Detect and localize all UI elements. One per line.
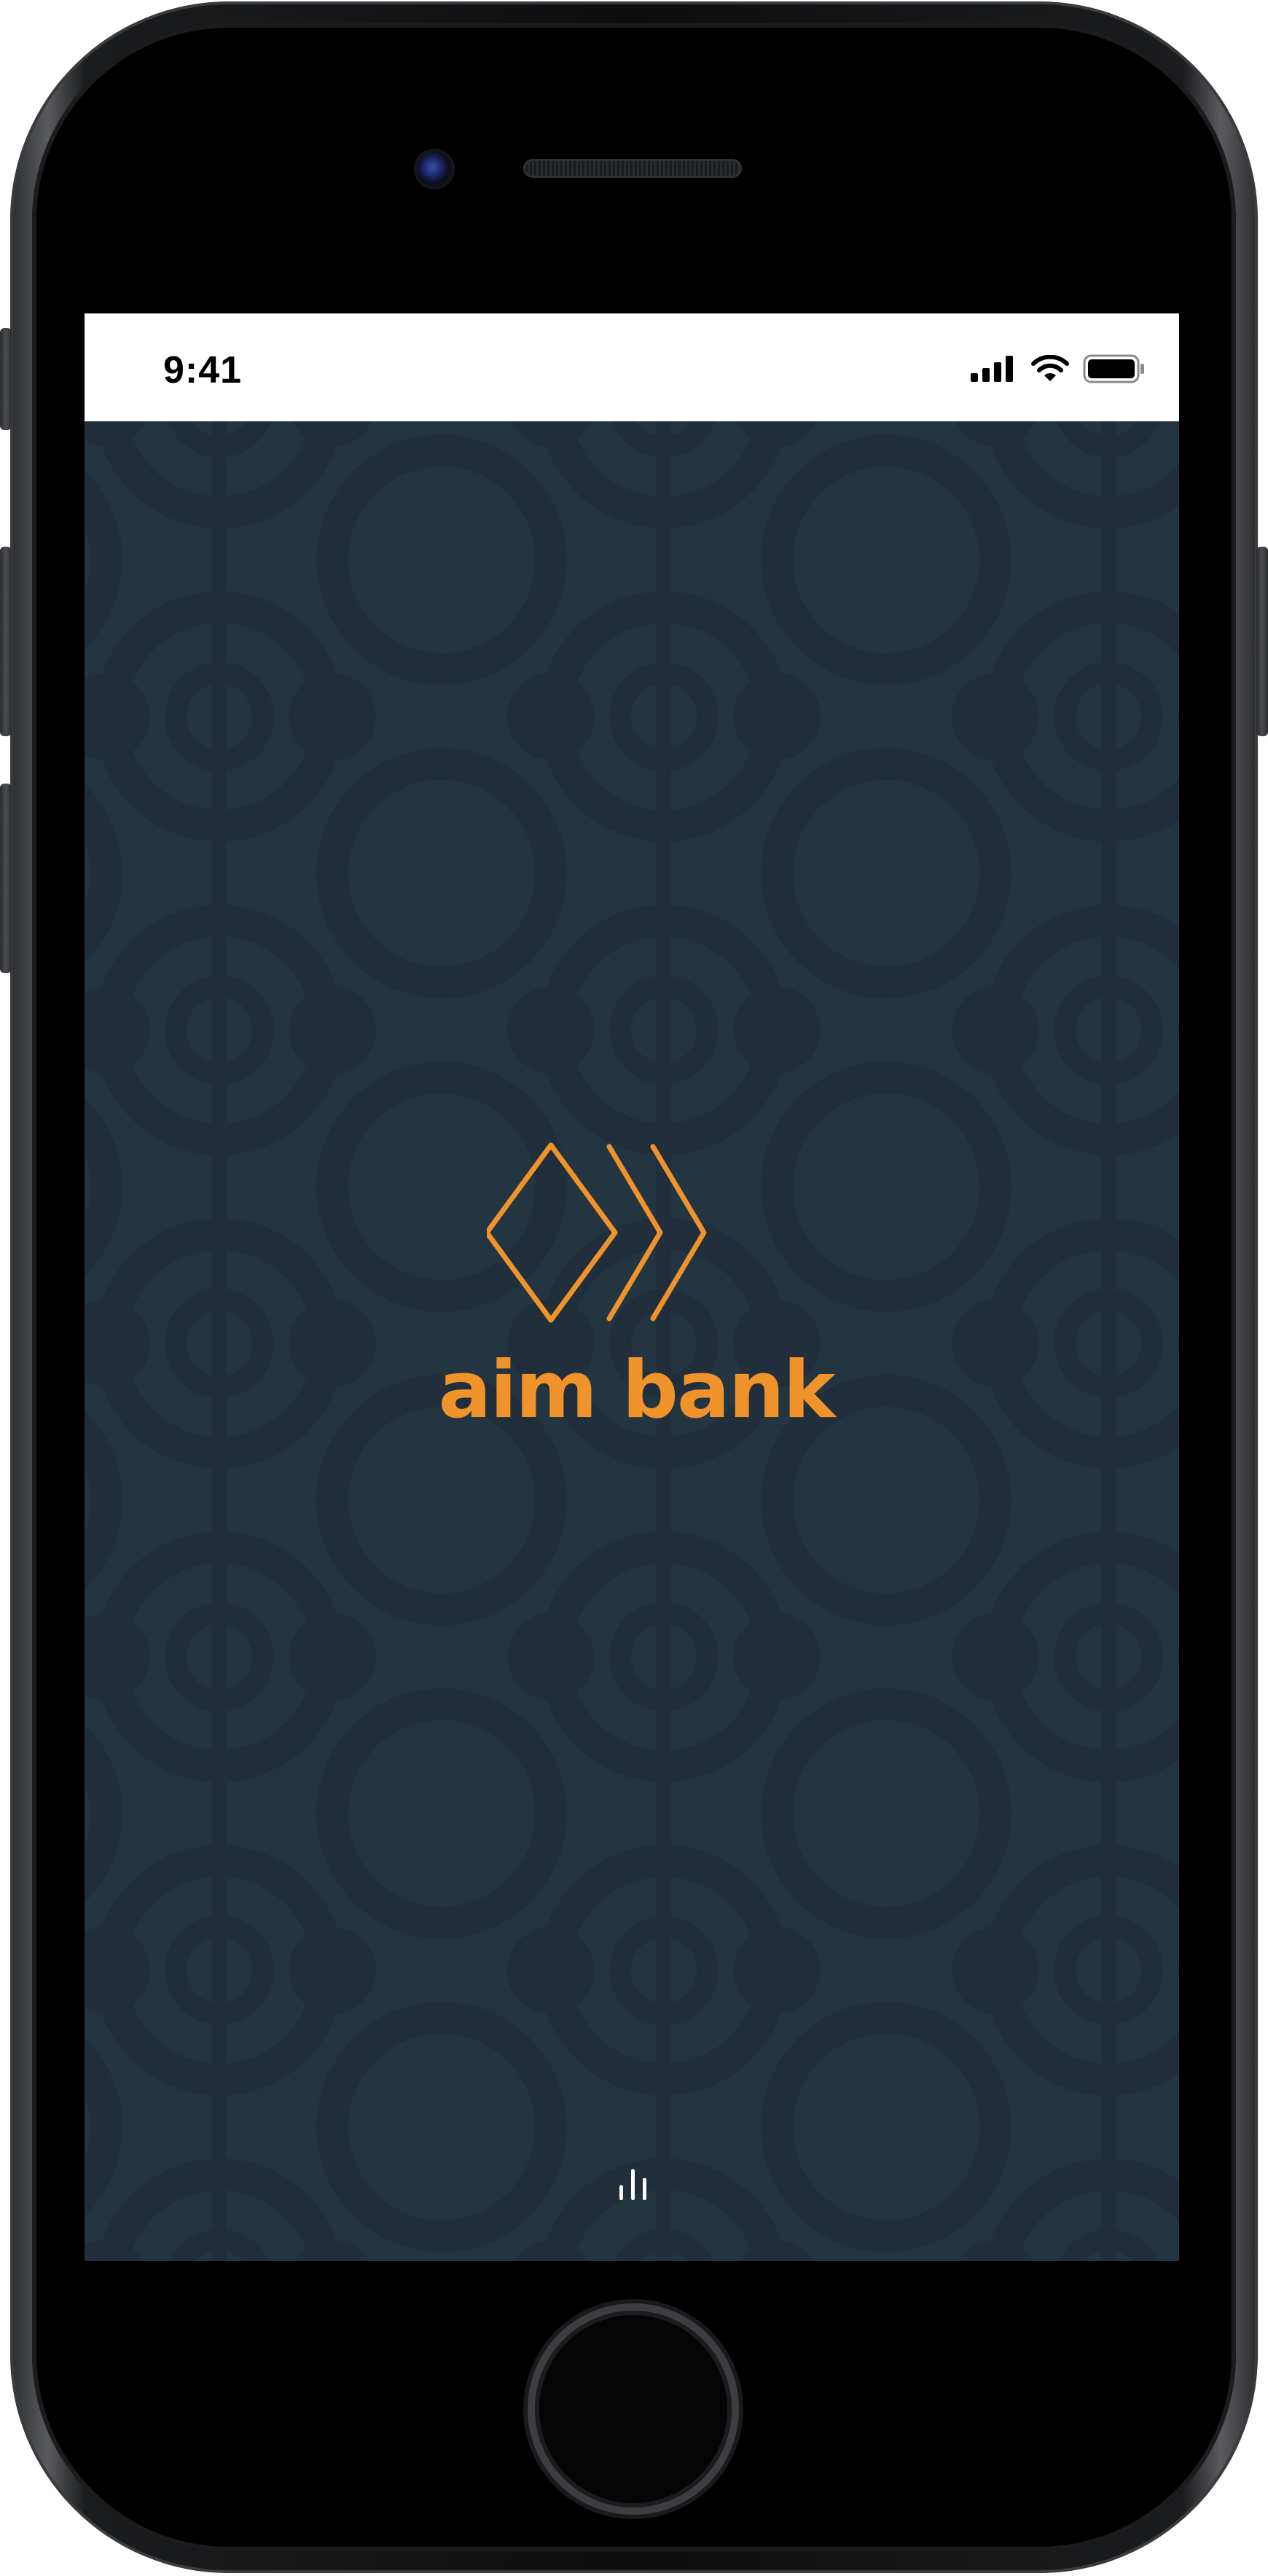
front-camera xyxy=(417,152,452,187)
home-button[interactable] xyxy=(535,2311,732,2507)
status-icons xyxy=(971,354,1146,383)
brand-name: aim bank xyxy=(438,1345,836,1436)
silent-switch xyxy=(0,328,12,430)
volume-down-button xyxy=(0,784,12,973)
aim-bank-logo-icon xyxy=(487,1142,707,1323)
device-mockup: 9:41 aim bank xyxy=(0,0,1268,2576)
earpiece-speaker xyxy=(523,159,742,178)
splash-logo: aim bank xyxy=(85,1141,1179,1447)
power-button xyxy=(1256,547,1268,736)
volume-up-button xyxy=(0,547,12,736)
app-screen: 9:41 aim bank xyxy=(85,313,1179,2261)
signal-icon xyxy=(971,356,1013,382)
status-time: 9:41 xyxy=(163,349,243,391)
battery-icon xyxy=(1083,354,1144,383)
loading-bars-icon xyxy=(619,2169,646,2200)
status-bar: 9:41 xyxy=(85,313,1179,421)
wifi-icon xyxy=(1031,355,1069,381)
